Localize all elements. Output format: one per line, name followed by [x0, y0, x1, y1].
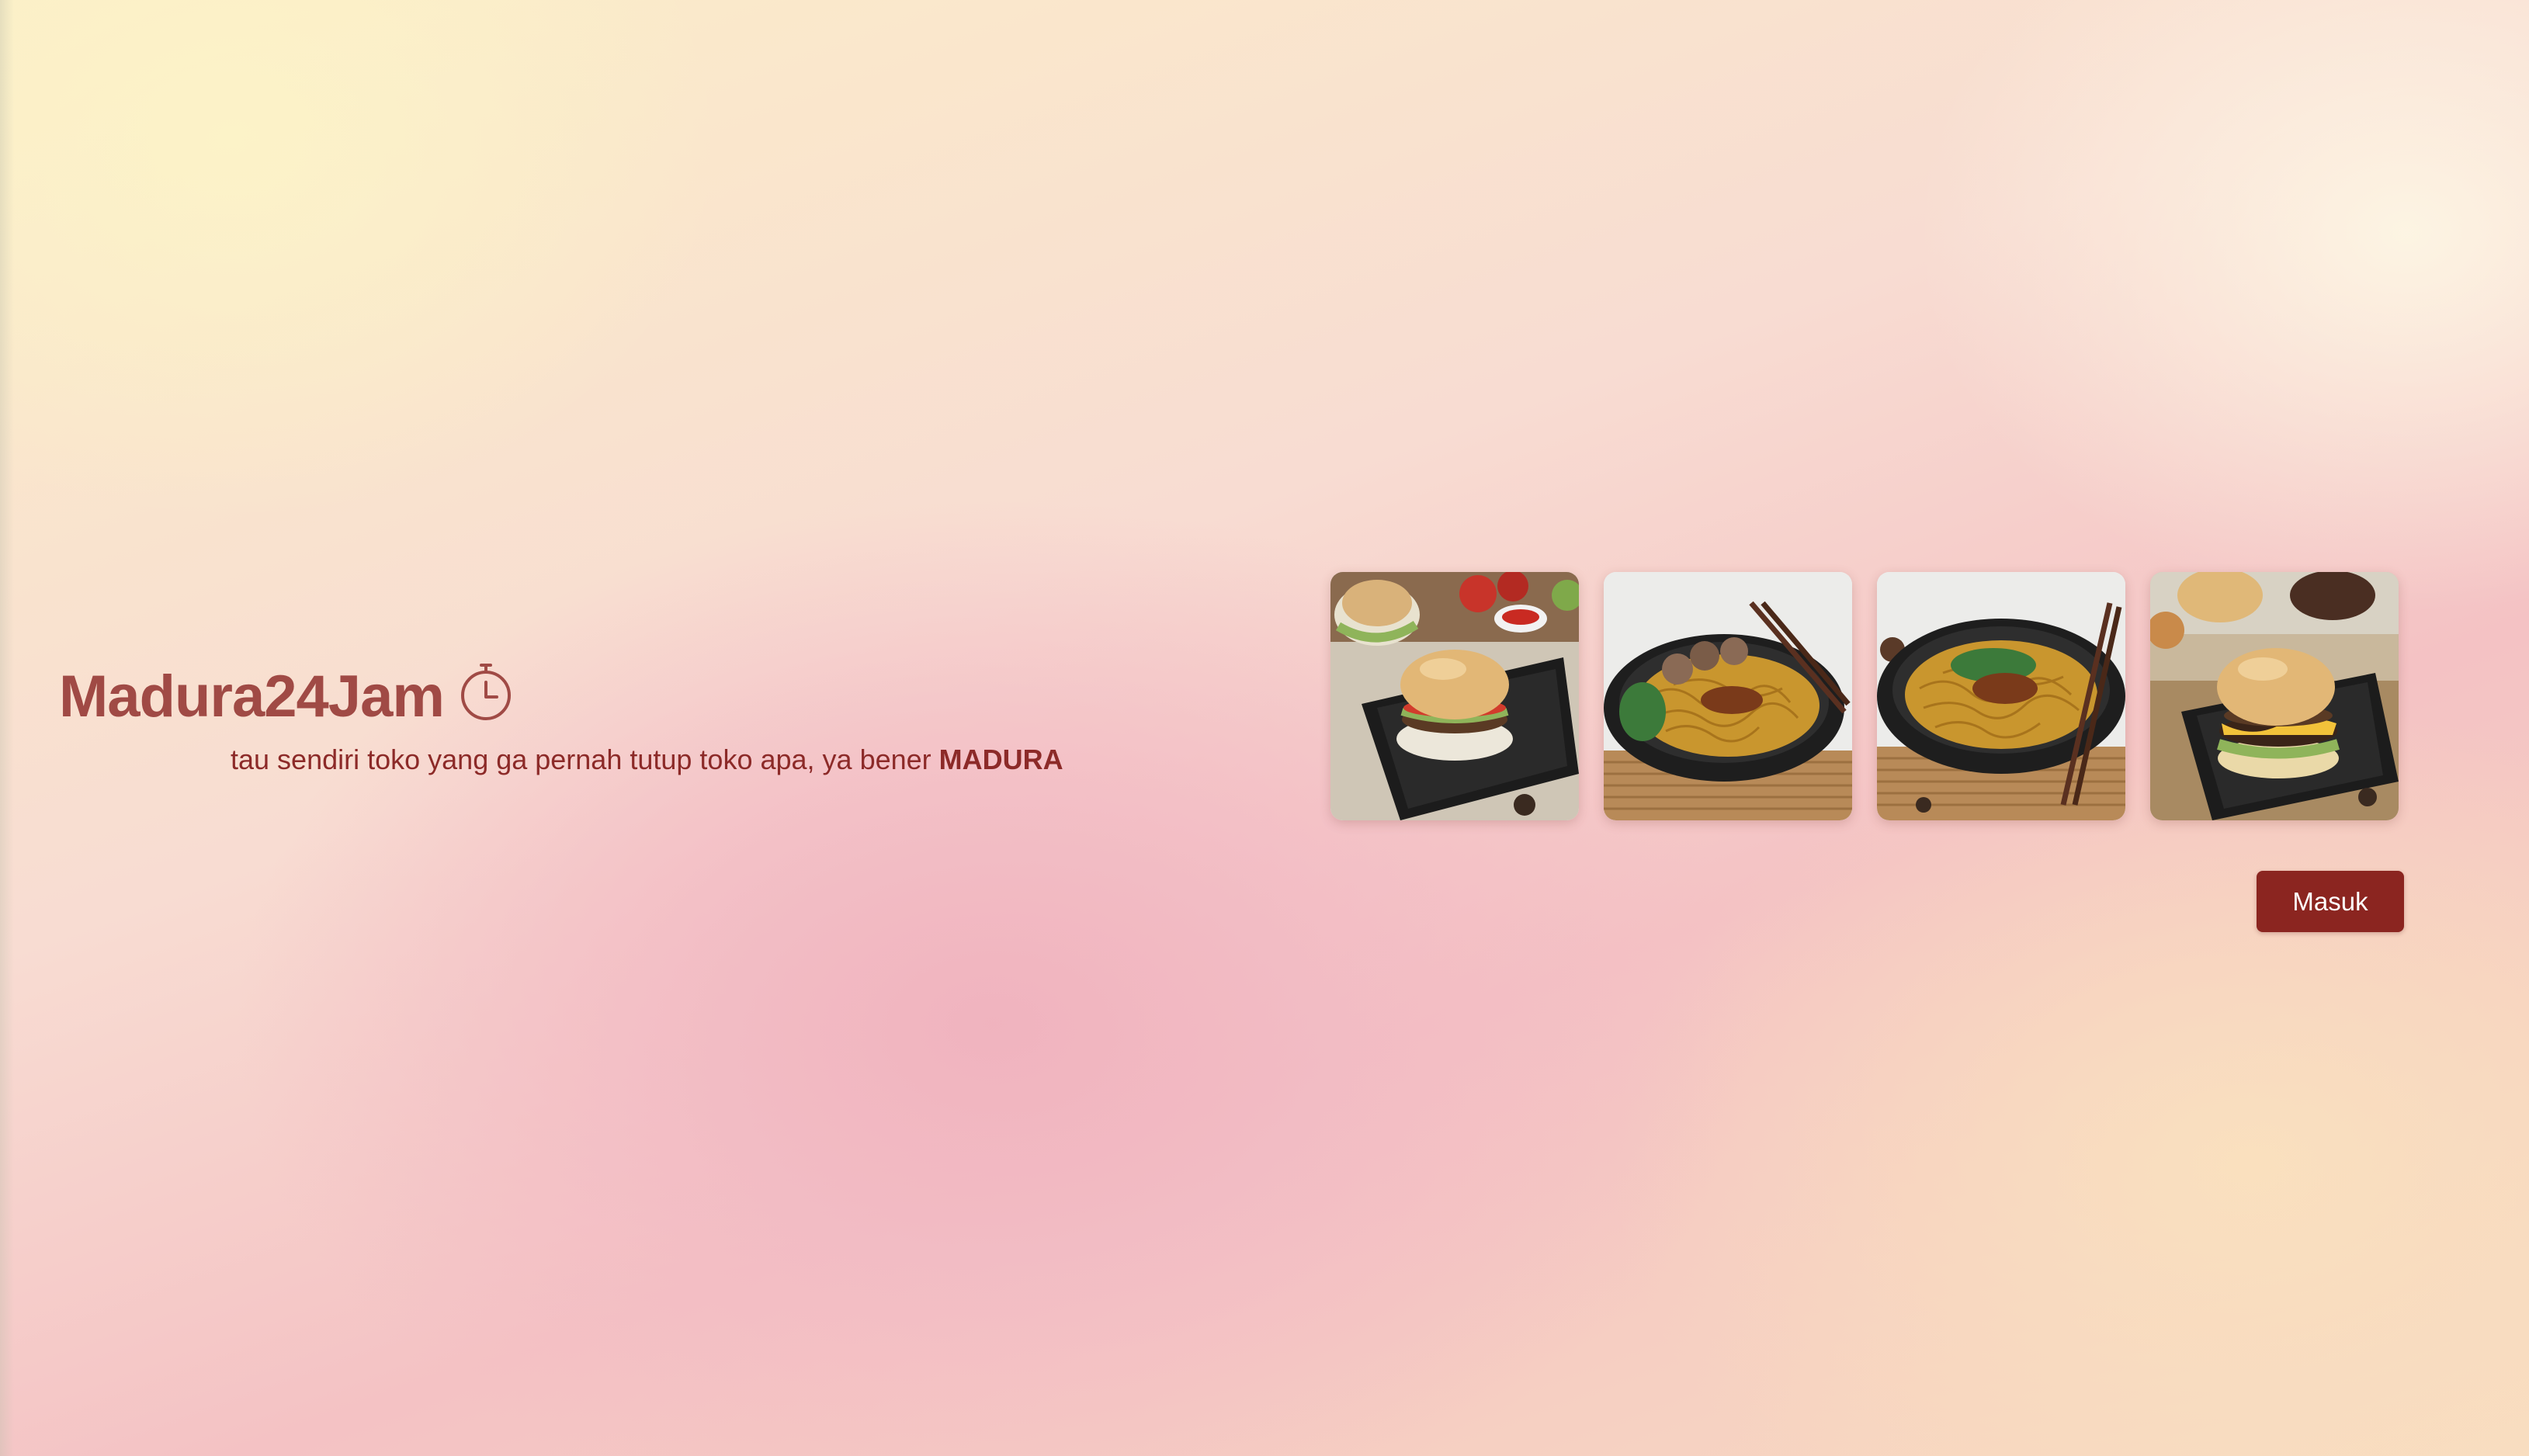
login-button[interactable]: Masuk	[2257, 871, 2404, 932]
timer-icon	[460, 664, 511, 720]
food-photo-noodle-meatball	[1604, 572, 1852, 820]
tagline-text: tau sendiri toko yang ga pernah tutup to…	[231, 744, 939, 775]
food-photo-cheeseburger	[2150, 572, 2399, 820]
food-gallery	[1330, 572, 2399, 820]
noodle-photo	[1877, 572, 2125, 820]
tagline-emphasis: MADURA	[938, 744, 1063, 775]
window-edge	[0, 0, 14, 1456]
brand-title: Madura24Jam	[59, 664, 445, 730]
food-photo-burger	[1330, 572, 1579, 820]
food-photo-noodle-chopsticks	[1877, 572, 2125, 820]
burger-photo	[2150, 572, 2399, 820]
burger-photo	[1330, 572, 1579, 820]
tagline: tau sendiri toko yang ga pernah tutup to…	[231, 744, 1063, 776]
noodle-photo	[1604, 572, 1852, 820]
brand-header: Madura24Jam	[59, 664, 514, 730]
